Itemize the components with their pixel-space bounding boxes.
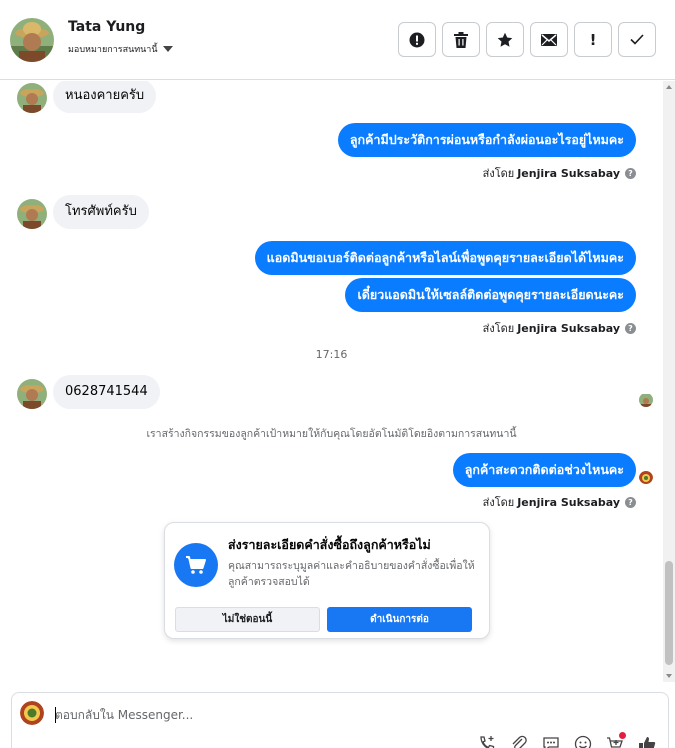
text-cursor — [55, 707, 56, 723]
sent-by-prefix: ส่งโดย — [482, 322, 515, 335]
sender-name: Jenjira Suksabay — [517, 166, 620, 180]
attach-button[interactable] — [510, 735, 528, 748]
message-thread[interactable]: หนองคายครับ ลูกค้ามีประวัติการผ่อนหรือกำ… — [0, 81, 663, 681]
message-outgoing: ลูกค้ามีประวัติการผ่อนหรือกำลังผ่อนอะไรอ… — [337, 123, 636, 157]
conversation-header: Tata Yung มอบหมายการสนทนานี้ ! — [0, 0, 675, 80]
order-details-card: ส่งรายละเอียดคำสั่งซื้อถึงลูกค้าหรือไม่ … — [164, 522, 490, 639]
scrollbar[interactable] — [663, 81, 675, 682]
message-composer — [11, 692, 669, 748]
sent-by-label: ส่งโดย Jenjira Suksabay ? — [483, 164, 636, 182]
sent-by-label: ส่งโดย Jenjira Suksabay ? — [483, 493, 636, 511]
mail-icon — [541, 33, 557, 46]
message-outgoing: แอดมินขอเบอร์ติดต่อลูกค้าหรือไลน์เพื่อพู… — [254, 241, 636, 275]
message-outgoing: ลูกค้าสะดวกติดต่อช่วงไหนคะ — [452, 453, 636, 487]
sent-by-prefix: ส่งโดย — [482, 496, 515, 509]
mark-done-button[interactable] — [618, 22, 656, 57]
exclamation-icon: ! — [589, 30, 597, 49]
star-icon — [497, 32, 513, 47]
thumbs-up-icon — [639, 737, 656, 748]
emoji-button[interactable] — [574, 735, 592, 748]
report-button[interactable] — [398, 22, 436, 57]
message-incoming: โทรศัพท์ครับ — [53, 195, 149, 229]
saved-replies-button[interactable] — [542, 735, 560, 748]
mark-unread-button[interactable] — [530, 22, 568, 57]
check-icon — [630, 34, 644, 45]
contact-name: Tata Yung — [68, 19, 146, 35]
reply-input[interactable] — [55, 705, 615, 725]
sender-name: Jenjira Suksabay — [517, 321, 620, 335]
like-button[interactable] — [638, 735, 656, 748]
create-order-button[interactable] — [606, 732, 626, 748]
smiley-icon — [574, 735, 592, 748]
message-outgoing: เดี๋ยวแอดมินให้เซลล์ติดต่อพูดคุยรายละเอี… — [345, 278, 636, 312]
contact-avatar-small — [17, 379, 47, 409]
contact-avatar-small — [17, 83, 47, 113]
scrollbar-thumb[interactable] — [665, 561, 673, 665]
card-description: คุณสามารถระบุมูลค่าและคำอธิบายของคำสั่งซ… — [228, 560, 475, 588]
sent-by-prefix: ส่งโดย — [482, 167, 515, 180]
shopping-cart-icon — [174, 543, 218, 587]
help-icon[interactable]: ? — [625, 167, 636, 179]
system-note: เราสร้างกิจกรรมของลูกค้าเป้าหมายให้กับคุ… — [146, 428, 517, 440]
follow-up-button[interactable]: ! — [574, 22, 612, 57]
page-avatar — [20, 701, 44, 725]
contact-avatar[interactable] — [10, 18, 54, 62]
scroll-up-icon[interactable] — [666, 85, 672, 89]
composer-tools — [478, 732, 656, 748]
message-incoming: 0628741544 — [53, 375, 160, 409]
assign-conversation-dropdown[interactable]: มอบหมายการสนทนานี้ — [68, 42, 173, 56]
time-separator: 17:16 — [315, 348, 348, 361]
delete-button[interactable] — [442, 22, 480, 57]
phone-plus-icon — [480, 736, 495, 748]
assign-label: มอบหมายการสนทนานี้ — [68, 45, 158, 55]
notification-dot — [619, 732, 626, 739]
paperclip-icon — [512, 735, 527, 748]
call-button[interactable] — [478, 735, 496, 748]
contact-avatar-small — [17, 199, 47, 229]
scroll-down-icon[interactable] — [666, 674, 672, 678]
sent-by-label: ส่งโดย Jenjira Suksabay ? — [483, 319, 636, 337]
seen-avatar — [639, 393, 653, 407]
caret-down-icon — [162, 46, 173, 52]
help-icon[interactable]: ? — [625, 322, 636, 334]
conversation-actions: ! — [398, 22, 656, 57]
seen-page-avatar — [639, 470, 653, 484]
card-title: ส่งรายละเอียดคำสั่งซื้อถึงลูกค้าหรือไม่ — [228, 537, 431, 552]
star-button[interactable] — [486, 22, 524, 57]
chat-bubble-icon — [543, 737, 559, 748]
help-icon[interactable]: ? — [625, 496, 636, 508]
sender-name: Jenjira Suksabay — [517, 495, 620, 509]
alert-circle-icon — [409, 32, 425, 47]
continue-button[interactable]: ดำเนินการต่อ — [327, 607, 472, 632]
message-incoming: หนองคายครับ — [53, 81, 157, 113]
not-now-button[interactable]: ไม่ใช่ตอนนี้ — [175, 607, 320, 632]
trash-icon — [454, 31, 468, 48]
